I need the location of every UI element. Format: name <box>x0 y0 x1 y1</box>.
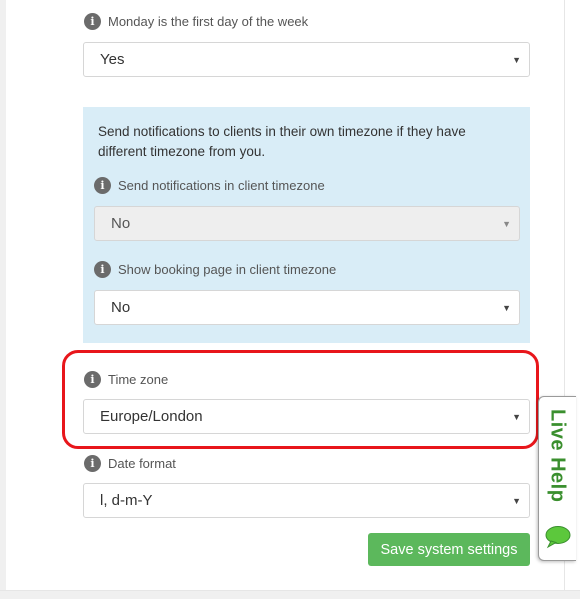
client-notifications-label-row: i Send notifications in client timezone <box>94 177 325 194</box>
live-help-label: Live Help <box>546 409 569 503</box>
page-left-edge <box>0 0 6 599</box>
first-day-select[interactable]: Yes ▼ <box>83 42 530 77</box>
time-zone-highlight <box>62 350 539 449</box>
booking-page-value: No <box>111 299 131 316</box>
client-timezone-description: Send notifications to clients in their o… <box>98 124 466 159</box>
info-icon[interactable]: i <box>84 13 101 30</box>
date-format-label-row: i Date format <box>84 455 176 472</box>
date-format-select[interactable]: l, d-m-Y ▼ <box>83 483 530 518</box>
client-notifications-label: Send notifications in client timezone <box>118 178 325 193</box>
client-notifications-select[interactable]: No ▼ <box>94 206 520 241</box>
date-format-value: l, d-m-Y <box>100 492 153 509</box>
first-day-value: Yes <box>100 51 125 68</box>
chevron-down-icon: ▼ <box>502 302 511 313</box>
first-day-label: Monday is the first day of the week <box>108 14 309 29</box>
page-bottom-edge <box>0 590 580 599</box>
chevron-down-icon: ▼ <box>512 495 521 506</box>
booking-page-select[interactable]: No ▼ <box>94 290 520 325</box>
client-notifications-value: No <box>111 215 131 232</box>
booking-page-label-row: i Show booking page in client timezone <box>94 261 336 278</box>
info-icon[interactable]: i <box>94 261 111 278</box>
chevron-down-icon: ▼ <box>512 54 521 65</box>
live-help-tab[interactable]: Live Help <box>538 396 576 561</box>
chat-bubble-icon <box>545 526 571 549</box>
info-icon[interactable]: i <box>84 455 101 472</box>
info-icon[interactable]: i <box>94 177 111 194</box>
save-system-settings-button[interactable]: Save system settings <box>368 533 530 566</box>
date-format-label: Date format <box>108 456 176 471</box>
chevron-down-icon: ▼ <box>502 218 511 229</box>
booking-page-label: Show booking page in client timezone <box>118 262 337 277</box>
first-day-label-row: i Monday is the first day of the week <box>84 13 308 30</box>
